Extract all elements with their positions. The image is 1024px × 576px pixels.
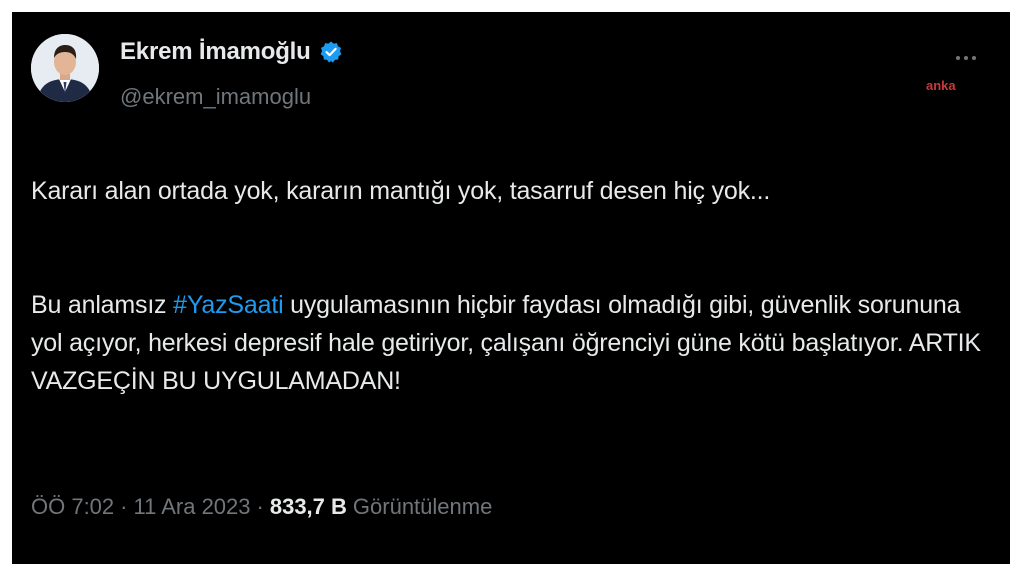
tweet-date[interactable]: 11 Ara 2023 (133, 494, 250, 520)
tweet-time[interactable]: ÖÖ 7:02 (31, 494, 114, 520)
tweet-meta: ÖÖ 7:02 · 11 Ara 2023 · 833,7 B Görüntül… (31, 494, 492, 520)
views-label: Görüntülenme (352, 494, 493, 519)
avatar-photo-icon (31, 34, 99, 102)
tweet-paragraph-2: Bu anlamsız #YazSaati uygulamasının hiçb… (31, 286, 991, 400)
watermark: anka (926, 78, 956, 93)
tweet-card: Ekrem İmamoğlu @ekrem_imamoglu anka Kara… (12, 12, 1010, 564)
author-display-name[interactable]: Ekrem İmamoğlu (120, 38, 311, 66)
meta-separator: · (256, 494, 264, 519)
tweet-text: Kararı alan ortada yok, kararın mantığı … (31, 172, 991, 400)
verified-badge-icon (319, 40, 343, 64)
avatar[interactable] (31, 34, 99, 102)
tweet-line-1: Kararı alan ortada yok, kararın mantığı … (31, 177, 771, 205)
author-handle[interactable]: @ekrem_imamoglu (120, 84, 311, 110)
more-options-icon[interactable] (956, 56, 976, 60)
hashtag-link[interactable]: #YazSaati (173, 291, 284, 319)
meta-separator: · (120, 494, 128, 519)
tweet-text-before-hashtag: Bu anlamsız (31, 291, 174, 319)
views-count: 833,7 B (269, 494, 347, 519)
